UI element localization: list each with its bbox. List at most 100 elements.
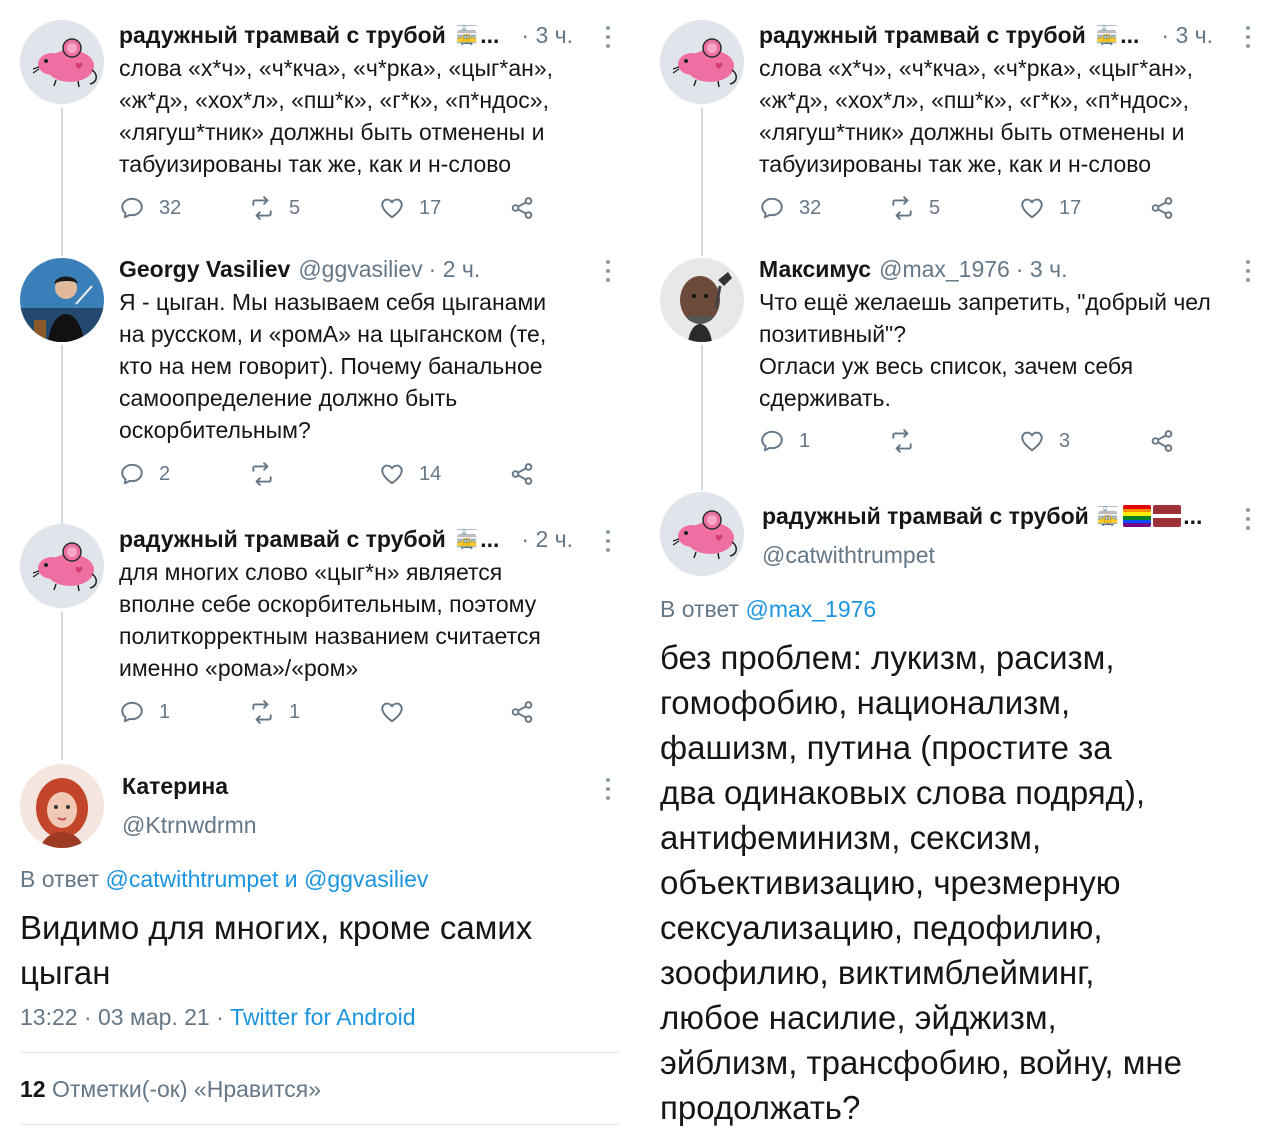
text-line: «лягуш*тник» должны быть отменены и [759, 119, 1185, 145]
avatar[interactable] [660, 492, 744, 576]
retweet-button[interactable]: 1 [249, 699, 300, 725]
author-name[interactable]: радужный трамвай с трубой [759, 20, 1086, 50]
like-button[interactable]: 17 [379, 195, 441, 221]
share-icon [509, 699, 535, 725]
text-line: слова «х*ч», «ч*кча», «ч*рка», «цыг*ан», [119, 55, 554, 81]
text-line: слова «х*ч», «ч*кча», «ч*рка», «цыг*ан», [759, 55, 1194, 81]
like-button[interactable] [379, 699, 419, 725]
retweet-button[interactable]: 5 [249, 195, 300, 221]
timestamp[interactable]: · 3 ч. [521, 20, 573, 50]
text-line: табуизированы так же, как и н-слово [119, 151, 512, 177]
share-button[interactable] [509, 699, 535, 725]
retweet-icon [249, 195, 275, 221]
author-name[interactable]: радужный трамвай с трубой [119, 524, 446, 554]
tweet-source-link[interactable]: Twitter for Android [230, 1004, 415, 1030]
more-icon[interactable] [605, 778, 611, 800]
timestamp[interactable]: · 2 ч. [429, 254, 481, 284]
retweet-button[interactable] [889, 428, 929, 454]
more-icon[interactable] [1245, 508, 1251, 530]
author-handle[interactable]: @catwithtrumpet [762, 540, 935, 570]
reply-context: В ответ @max_1976 [660, 596, 876, 623]
like-icon [379, 699, 405, 725]
more-icon[interactable] [605, 530, 611, 552]
likes-count: 12 [20, 1076, 46, 1102]
share-button[interactable] [1149, 195, 1175, 221]
more-icon[interactable] [1245, 26, 1251, 48]
author-name[interactable]: радужный трамвай с трубой [119, 20, 446, 50]
text-line: политкорректным названием считается [119, 623, 541, 649]
timestamp[interactable]: · 3 ч. [1161, 20, 1213, 50]
likes-label: Отметки(-ок) «Нравится» [51, 1076, 321, 1102]
reply-icon [119, 195, 145, 221]
text-line: Что ещё желаешь запретить, "добрый чел [759, 289, 1211, 315]
reply-button[interactable]: 32 [119, 195, 181, 221]
timestamp[interactable]: · 2 ч. [521, 524, 573, 554]
share-button[interactable] [1149, 428, 1175, 454]
author-name[interactable]: Максимус [759, 254, 871, 284]
likes-summary[interactable]: 12 Отметки(-ок) «Нравится» [20, 1076, 321, 1103]
tweet-datetime[interactable]: 13:22 · 03 мар. 21 · [20, 1004, 224, 1030]
tram-emoji: 🚋 [455, 25, 479, 45]
text-line: Я - цыган. Мы называем себя цыганами [119, 289, 547, 315]
like-button[interactable]: 3 [1019, 428, 1070, 454]
like-button[interactable]: 14 [379, 461, 441, 487]
more-icon[interactable] [605, 260, 611, 282]
text-line: самоопределение должно быть [119, 385, 458, 411]
tweet-text: для многих слово «цыг*н» является вполне… [119, 556, 619, 684]
reply-button[interactable]: 1 [759, 428, 810, 454]
retweet-button[interactable] [249, 461, 289, 487]
share-button[interactable] [509, 461, 535, 487]
retweet-icon [889, 428, 915, 454]
retweet-button[interactable]: 5 [889, 195, 940, 221]
tweet-text: Я - цыган. Мы называем себя цыганами на … [119, 286, 619, 446]
left-panel: радужный трамвай с трубой 🚋 ... · 3 ч. с… [0, 0, 640, 1136]
like-icon [379, 195, 405, 221]
like-count: 17 [1059, 196, 1082, 219]
reply-context: В ответ @catwithtrumpet и @ggvasiliev [20, 866, 428, 893]
tweet-text: Что ещё желаешь запретить, "добрый чел п… [759, 286, 1259, 414]
author-handle[interactable]: @max_1976 [879, 254, 1010, 284]
author-name[interactable]: Катерина [122, 771, 228, 801]
text-line: сексуализацию, педофилию, [660, 909, 1103, 946]
more-icon[interactable] [1245, 260, 1251, 282]
like-count: 17 [419, 196, 442, 219]
thread-line [701, 345, 703, 490]
timestamp[interactable]: · 3 ч. [1016, 254, 1068, 284]
focused-tweet-text: без проблем: лукизм, расизм, гомофобию, … [660, 635, 1270, 1130]
text-line: продолжать? [660, 1089, 861, 1126]
text-line: «ж*д», «хох*л», «пш*к», «г*к», «п*ндос», [759, 87, 1189, 113]
text-line: оскорбительным? [119, 417, 311, 443]
author-handle[interactable]: @Ktrnwdrmn [122, 810, 257, 840]
avatar[interactable] [20, 524, 104, 608]
author-name[interactable]: Georgy Vasiliev [119, 254, 290, 284]
reply-button[interactable]: 2 [119, 461, 170, 487]
avatar[interactable] [20, 764, 104, 848]
right-panel: радужный трамвай с трубой 🚋 ... · 3 ч. с… [640, 0, 1280, 1136]
more-icon[interactable] [605, 26, 611, 48]
avatar[interactable] [20, 20, 104, 104]
name-ellipsis: ... [1183, 503, 1203, 529]
author-handle[interactable]: @ggvasiliev [298, 254, 422, 284]
mention-link[interactable]: @ggvasiliev [304, 866, 428, 892]
avatar[interactable] [660, 20, 744, 104]
mention-link[interactable]: @catwithtrumpet [105, 866, 278, 892]
like-button[interactable]: 17 [1019, 195, 1081, 221]
text-line: вполне себе оскорбительным, поэтому [119, 591, 537, 617]
mention-conjunction: и [284, 866, 298, 892]
author-name[interactable]: радужный трамвай с трубой [762, 501, 1089, 531]
reply-button[interactable]: 32 [759, 195, 821, 221]
retweet-icon [889, 195, 915, 221]
like-count: 3 [1059, 429, 1071, 452]
share-icon [1149, 428, 1175, 454]
reply-button[interactable]: 1 [119, 699, 170, 725]
mention-link[interactable]: @max_1976 [745, 596, 876, 622]
name-ellipsis: ... [480, 22, 500, 48]
share-button[interactable] [509, 195, 535, 221]
retweet-count: 5 [289, 196, 301, 219]
text-line: гомофобию, национализм, [660, 684, 1071, 721]
text-line: сдерживать. [759, 385, 891, 411]
avatar[interactable] [20, 258, 104, 342]
thread-line [61, 108, 63, 256]
avatar[interactable] [660, 258, 744, 342]
author-name-row: Катерина [122, 771, 582, 801]
